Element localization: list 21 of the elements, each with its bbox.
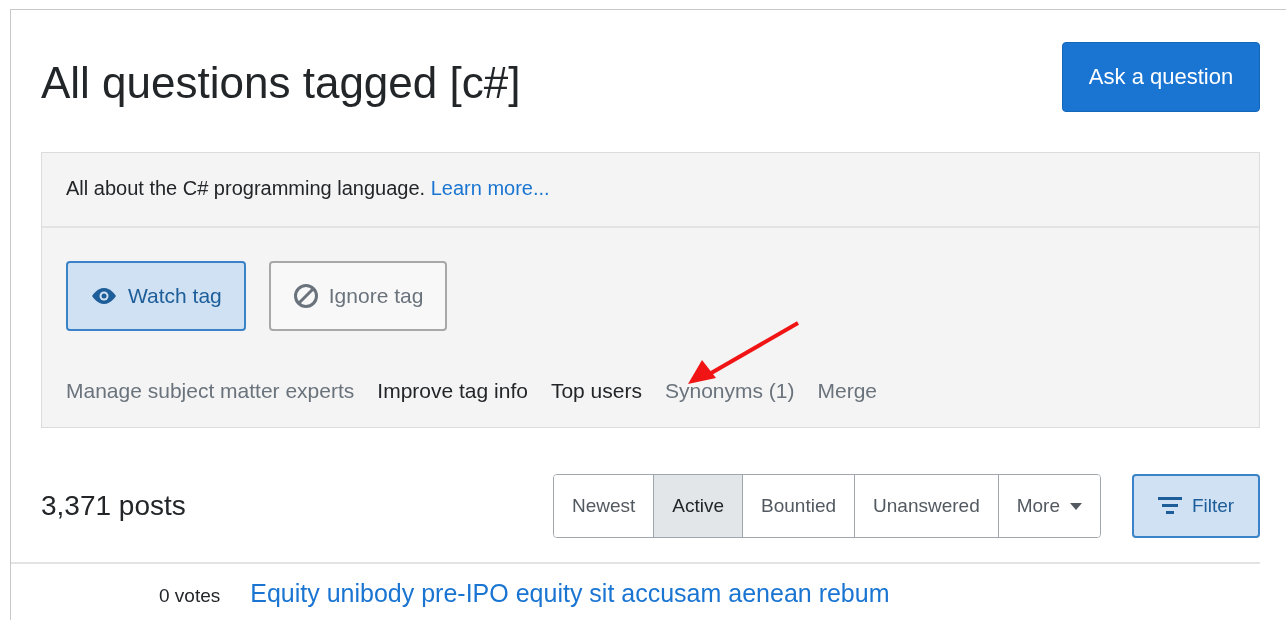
watch-tag-button[interactable]: Watch tag: [66, 261, 246, 331]
sort-tab[interactable]: Active: [653, 475, 742, 537]
caret-icon: [1070, 502, 1082, 510]
filter-button[interactable]: Filter: [1132, 474, 1260, 538]
posts-count: 3,371 posts: [41, 490, 187, 522]
tag-link[interactable]: Top users: [550, 379, 642, 403]
prohibited-icon: [292, 283, 319, 309]
vote-count: 0 votes: [159, 585, 221, 607]
tag-description: All about the C# programming language. Learn more...: [42, 153, 1259, 228]
page-title: All questions tagged [c#]: [41, 58, 521, 108]
ignore-tag-button[interactable]: Ignore tag: [268, 261, 448, 331]
tag-link[interactable]: Manage subject matter experts: [66, 379, 355, 403]
tag-link[interactable]: Synonyms (1): [664, 379, 795, 403]
tag-link[interactable]: Merge: [817, 379, 878, 403]
question-link[interactable]: Equity unibody pre-IPO equity sit accusam aenean rebum: [250, 578, 890, 608]
more-dropdown[interactable]: More: [997, 475, 1100, 537]
learn-more-link[interactable]: Learn more...: [430, 177, 550, 199]
eye-icon: [90, 287, 118, 305]
filter-icon: [1157, 497, 1182, 515]
ask-question-button[interactable]: Ask a question: [1062, 42, 1260, 112]
tag-link[interactable]: Improve tag info: [377, 379, 528, 403]
